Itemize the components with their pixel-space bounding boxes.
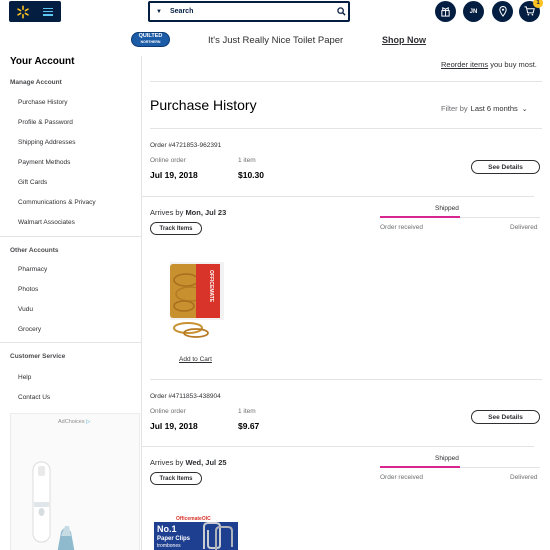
svg-text:No.1: No.1 [157,524,177,534]
walmart-spark-icon[interactable] [15,4,31,20]
sidebar-ad[interactable]: AdChoices ▷ [10,413,140,550]
user-initials: JN [469,8,478,15]
divider [150,379,542,380]
sidebar-item-grocery[interactable]: Grocery [18,326,41,333]
order-date: Jul 19, 2018 [150,421,198,431]
sidebar-item-help[interactable]: Help [18,374,31,381]
arrival-date: Arrives by Mon, Jul 23 [150,208,227,217]
see-details-button[interactable]: See Details [471,160,540,174]
filter-dropdown[interactable]: Filter by Last 6 months ⌄ [441,104,528,113]
quilted-northern-logo[interactable]: QUILTED NORTHERN [131,32,170,47]
see-details-button[interactable]: See Details [471,410,540,424]
product-image-rubber-bands[interactable]: OFFICEMATE [166,260,228,342]
sidebar-item-payment-methods[interactable]: Payment Methods [18,159,70,166]
sidebar-item-purchase-history[interactable]: Purchase History [18,99,68,106]
sidebar-item-contact-us[interactable]: Contact Us [18,394,50,401]
order-number: Order #4711853-438904 [150,393,221,400]
divider [150,128,542,129]
order-item-count: 1 item [238,408,256,415]
shipping-status: Shipped [435,205,459,212]
cart-icon[interactable] [524,5,535,18]
order-type: Online order [150,157,186,164]
search-input[interactable]: Search [170,8,334,15]
arrival-date: Arrives by Wed, Jul 25 [150,458,227,467]
progress-end-label: Delivered [510,474,538,481]
ad-product-image [32,461,75,550]
shipping-progress-fill [380,466,460,468]
section-other-accounts: Other Accounts [10,247,59,254]
search-icon[interactable] [334,7,348,16]
sidebar-divider [0,236,142,237]
track-items-button[interactable]: Track Items [150,472,202,485]
menu-icon[interactable] [43,7,53,16]
sidebar-item-pharmacy[interactable]: Pharmacy [18,266,47,273]
progress-start-label: Order received [380,224,423,231]
logo-menu-box[interactable] [9,1,61,22]
filter-value[interactable]: Last 6 months [471,104,518,113]
section-manage-account: Manage Account [10,79,62,86]
divider [142,196,534,197]
banner-tagline: It's Just Really Nice Toilet Paper [208,35,344,46]
order-date: Jul 19, 2018 [150,170,198,180]
shipping-progress-bar [380,216,540,218]
shipping-progress-fill [380,216,460,218]
sidebar-item-vudu[interactable]: Vudu [18,306,33,313]
sidebar-item-profile-password[interactable]: Profile & Password [18,119,73,126]
svg-text:OFFICEMATE: OFFICEMATE [208,270,214,303]
svg-text:Paper Clips: Paper Clips [157,536,191,542]
svg-text:trombones: trombones [157,543,181,549]
promo-banner[interactable]: QUILTED NORTHERN It's Just Really Nice T… [0,24,550,56]
page-title: Purchase History [150,97,257,113]
sidebar-title: Your Account [10,56,75,67]
order-type: Online order [150,408,186,415]
search-bar[interactable]: ▼ Search [148,1,350,22]
services-icon[interactable] [435,1,456,22]
order-number: Order #4721853-962391 [150,142,222,149]
reorder-prompt: Reorder items you buy most. [441,60,537,69]
chevron-down-icon[interactable]: ▼ [152,9,166,15]
track-items-button[interactable]: Track Items [150,222,202,235]
order-total: $10.30 [238,170,264,180]
sidebar-item-shipping-addresses[interactable]: Shipping Addresses [18,139,75,146]
add-to-cart-link[interactable]: Add to Cart [179,356,212,363]
product-image-paper-clips[interactable]: OfficemateOIC No.1 Paper Clips trombones [154,513,238,550]
sidebar-divider [0,342,142,343]
sidebar-item-communications-privacy[interactable]: Communications & Privacy [18,199,96,206]
main-content: Reorder items you buy most. Purchase His… [142,56,550,550]
shipping-progress-bar [380,466,540,468]
progress-end-label: Delivered [510,224,538,231]
account-avatar[interactable]: JN [463,1,484,22]
divider [150,81,542,82]
top-header: ▼ Search JN 1 [0,0,550,24]
cart-button[interactable]: 1 [519,0,543,22]
svg-text:OfficemateOIC: OfficemateOIC [176,516,211,522]
sidebar-item-walmart-associates[interactable]: Walmart Associates [18,219,75,226]
location-pin-icon[interactable] [492,1,513,22]
progress-start-label: Order received [380,474,423,481]
shipping-status: Shipped [435,455,459,462]
sidebar-item-photos[interactable]: Photos [18,286,38,293]
divider [142,446,534,447]
section-customer-service: Customer Service [10,353,66,360]
shop-now-link[interactable]: Shop Now [382,35,426,45]
order-item-count: 1 item [238,157,256,164]
cart-count-badge: 1 [533,0,543,8]
reorder-items-link[interactable]: Reorder items [441,60,488,69]
order-total: $9.67 [238,421,260,431]
sidebar-item-gift-cards[interactable]: Gift Cards [18,179,47,186]
chevron-down-icon[interactable]: ⌄ [522,106,528,113]
account-sidebar: Your Account Manage Account Purchase His… [0,56,142,550]
